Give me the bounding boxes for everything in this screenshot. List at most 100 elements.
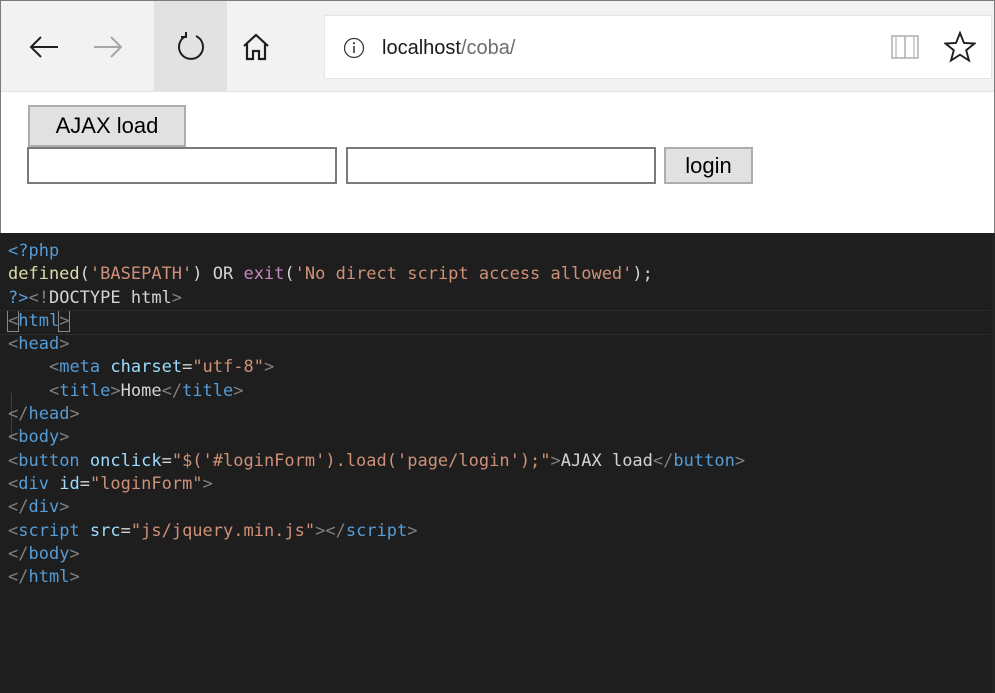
code-token: "utf-8" xyxy=(192,357,264,378)
code-token: head xyxy=(18,334,60,355)
code-token: 'No direct script access allowed' xyxy=(294,264,633,285)
code-token: < xyxy=(6,309,20,332)
code-token: ></ xyxy=(315,520,346,541)
code-line[interactable]: </head> xyxy=(8,403,745,426)
refresh-icon xyxy=(177,31,204,60)
code-token: title xyxy=(59,380,111,401)
code-line[interactable]: <div id="loginForm"> xyxy=(8,473,745,496)
code-token: < xyxy=(8,334,19,355)
code-token: > xyxy=(58,309,71,332)
code-token: > xyxy=(59,497,70,518)
code-token: < xyxy=(48,380,60,401)
url-host: localhost xyxy=(382,37,461,59)
code-line[interactable]: ?><!DOCTYPE html> xyxy=(8,287,745,310)
code-token: ( xyxy=(284,264,295,285)
code-line[interactable]: </html> xyxy=(8,566,745,589)
code-token: > xyxy=(59,427,70,448)
code-line[interactable]: <?php xyxy=(8,240,745,263)
code-line[interactable]: <title>Home</title> xyxy=(8,380,745,403)
code-token: exit xyxy=(243,264,285,285)
code-token: DOCTYPE html xyxy=(48,287,172,308)
code-token: <! xyxy=(28,287,49,308)
code-token: ); xyxy=(632,264,653,285)
code-token: > xyxy=(69,567,80,588)
username-input[interactable] xyxy=(27,147,337,184)
code-token: > xyxy=(550,450,561,471)
code-token: meta xyxy=(59,357,101,378)
code-token: button xyxy=(18,450,80,471)
page-content: AJAX load login xyxy=(1,93,994,233)
code-line[interactable]: </body> xyxy=(8,543,745,566)
code-token: < xyxy=(8,520,19,541)
ajax-load-button[interactable]: AJAX load xyxy=(28,105,186,147)
code-token: <?php xyxy=(8,241,60,261)
password-input[interactable] xyxy=(346,147,656,184)
code-token: "js/jquery.min.js" xyxy=(130,520,316,541)
code-token: < xyxy=(8,427,19,448)
code-token: </ xyxy=(8,404,29,425)
code-line[interactable]: <button onclick="$('#loginForm').load('p… xyxy=(8,450,745,473)
code-line[interactable]: <script src="js/jquery.min.js"></script> xyxy=(8,520,745,543)
code-token: < xyxy=(8,473,19,494)
back-button[interactable] xyxy=(15,1,73,92)
refresh-button[interactable] xyxy=(154,1,227,92)
browser-toolbar: localhost/coba/ xyxy=(1,1,994,92)
code-token: AJAX load xyxy=(560,450,653,471)
code-line[interactable]: <body> xyxy=(8,426,745,449)
code-token: "loginForm" xyxy=(89,473,203,494)
code-token: = xyxy=(182,357,193,378)
code-token: defined xyxy=(8,264,80,285)
code-token: "$('#loginForm').load('page/login');" xyxy=(171,450,551,471)
code-token: html xyxy=(28,567,70,588)
code-token: ) OR xyxy=(192,264,244,285)
code-token: Home xyxy=(120,380,162,401)
arrow-left-icon xyxy=(29,35,58,58)
code-token: div xyxy=(18,473,49,494)
home-icon xyxy=(243,33,269,60)
browser-window: localhost/coba/ AJAX load login xyxy=(0,0,995,233)
code-token: body xyxy=(28,543,70,564)
code-token: = xyxy=(161,450,172,471)
code-editor[interactable]: <?php defined('BASEPATH') OR exit('No dir… xyxy=(0,233,995,693)
code-token: html xyxy=(18,310,60,331)
code-token: > xyxy=(233,380,244,401)
code-token: = xyxy=(79,473,90,494)
code-token: > xyxy=(407,520,418,541)
code-line[interactable]: <meta charset="utf-8"> xyxy=(8,356,745,379)
code-token: onclick xyxy=(89,450,162,471)
url-path: /coba/ xyxy=(460,37,516,59)
code-token: script xyxy=(18,520,80,541)
url-text[interactable]: localhost/coba/ xyxy=(382,36,515,60)
code-line[interactable]: </div> xyxy=(8,496,745,519)
reading-view-icon[interactable] xyxy=(890,33,920,61)
code-token: > xyxy=(263,357,275,378)
home-button[interactable] xyxy=(227,1,285,92)
code-token: title xyxy=(182,380,234,401)
code-token: body xyxy=(18,427,60,448)
code-token: head xyxy=(28,404,70,425)
info-icon[interactable] xyxy=(343,37,365,59)
code-line[interactable]: defined('BASEPATH') OR exit('No direct s… xyxy=(8,263,745,286)
code-token: > xyxy=(59,334,70,355)
code-token: 'BASEPATH' xyxy=(89,264,193,285)
code-token: </ xyxy=(8,497,29,518)
code-token: > xyxy=(69,404,80,425)
code-line[interactable]: <html> xyxy=(0,309,991,336)
code-token: > xyxy=(734,450,746,471)
code-line[interactable]: <head> xyxy=(8,333,745,356)
forward-button[interactable] xyxy=(79,1,137,92)
star-icon[interactable] xyxy=(944,31,976,63)
address-bar[interactable]: localhost/coba/ xyxy=(324,15,992,79)
code-token: </ xyxy=(161,380,183,401)
code-token: = xyxy=(120,520,131,541)
code-token: ( xyxy=(79,264,90,285)
code-token: button xyxy=(673,450,735,471)
code-lines: <?php defined('BASEPATH') OR exit('No dir… xyxy=(0,240,991,589)
login-button[interactable]: login xyxy=(664,147,753,184)
code-token: </ xyxy=(8,543,29,564)
code-token: script xyxy=(345,520,408,541)
